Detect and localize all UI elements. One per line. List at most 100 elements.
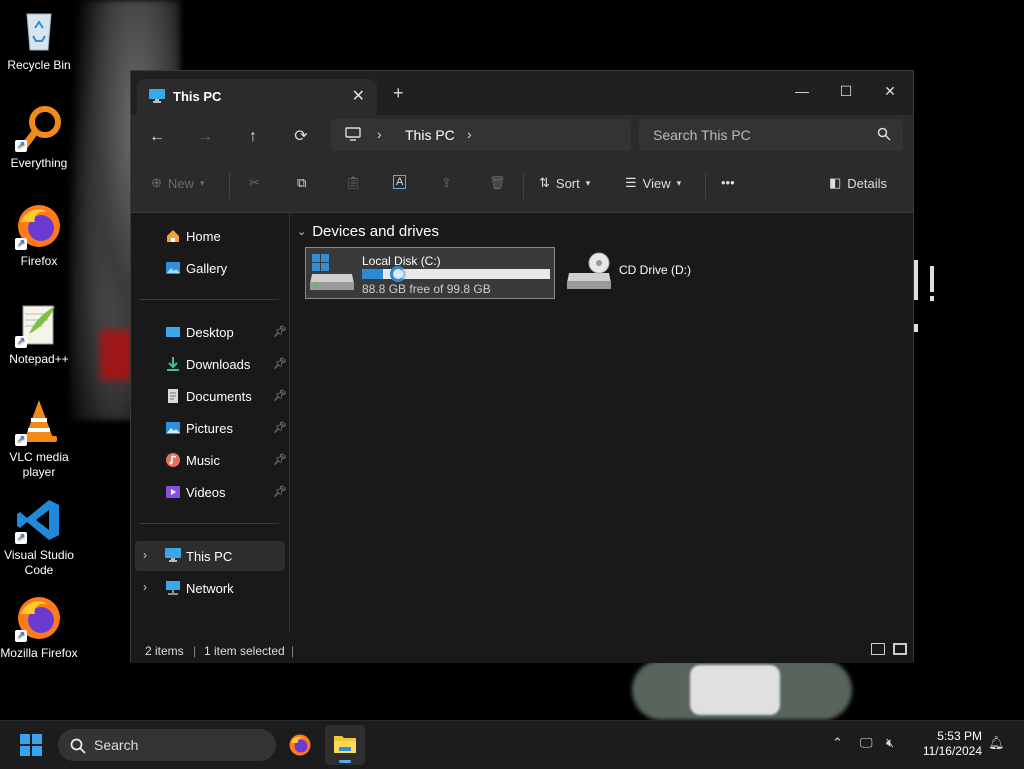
trash-icon: 🗑︎ [489, 175, 506, 190]
rename-button[interactable]: A [393, 175, 407, 189]
shortcut-arrow-icon: ↗ [15, 238, 27, 250]
desktop-icon-label: Mozilla Firefox [0, 646, 78, 660]
desktop-folder-icon [165, 324, 181, 340]
shortcut-arrow-icon: ↗ [15, 434, 27, 446]
notification-bell-icon[interactable]: 🔔︎ [988, 735, 1005, 751]
system-clock[interactable]: 5:53 PM 11/16/2024 [910, 729, 982, 759]
show-hidden-icons-chevron-icon[interactable]: ⌃ [832, 735, 843, 751]
breadcrumb-chevron-icon[interactable]: › [467, 126, 472, 142]
taskbar-firefox[interactable] [280, 725, 320, 765]
large-icons-view-icon[interactable] [893, 643, 907, 655]
shortcut-arrow-icon: ↗ [15, 630, 27, 642]
sidebar-item-desktop[interactable]: Desktop 📌︎ [135, 317, 287, 347]
pin-icon[interactable]: 📌︎ [273, 357, 287, 370]
sidebar-item-pictures[interactable]: Pictures 📌︎ [135, 413, 287, 443]
chevron-down-icon: ▾ [585, 177, 591, 188]
copy-button[interactable]: ⧉ [297, 175, 306, 191]
pin-icon[interactable]: 📌︎ [273, 453, 287, 466]
monitor-icon [345, 127, 361, 146]
back-button[interactable]: ← [145, 125, 169, 149]
view-button[interactable]: ☰ View ▾ [625, 175, 681, 191]
sidebar-item-downloads[interactable]: Downloads 📌︎ [135, 349, 287, 379]
tab-title: This PC [173, 89, 222, 104]
selection-count: 1 item selected [204, 644, 285, 658]
navigation-bar: ← → ↑ ⟳ › This PC › Search This PC [131, 115, 913, 159]
taskbar-search[interactable]: Search [58, 729, 276, 761]
clock-date: 11/16/2024 [922, 744, 982, 758]
paste-button[interactable]: 📋︎ [345, 175, 362, 191]
forward-button[interactable]: → [193, 125, 217, 149]
drive-cd-d[interactable]: CD Drive (D:) [563, 247, 703, 299]
new-tab-button[interactable]: + [393, 83, 404, 104]
new-button[interactable]: ⊕ New ▾ [151, 175, 204, 191]
pin-icon[interactable]: 📌︎ [273, 389, 287, 402]
desktop-icon-vlc[interactable]: ↗ VLC media player [0, 398, 78, 480]
sort-icon: ⇅ [539, 175, 550, 190]
desktop-icon-mozilla-firefox[interactable]: ↗ Mozilla Firefox [0, 594, 78, 661]
delete-button[interactable]: 🗑︎ [489, 175, 506, 191]
sidebar-item-gallery[interactable]: Gallery [135, 253, 285, 283]
share-button[interactable]: ⇪ [441, 175, 452, 191]
pin-icon[interactable]: 📌︎ [273, 325, 287, 338]
tab-this-pc[interactable]: This PC ✕ [137, 79, 377, 115]
more-options-button[interactable]: ••• [721, 175, 735, 190]
desktop-icon-label: Visual Studio Code [4, 548, 74, 577]
file-list-area: ⌄ Devices and drives Local Disk (C:) 88.… [291, 213, 913, 633]
network-status-icon[interactable]: 🖵︎ [860, 735, 873, 751]
desktop-icon-firefox[interactable]: ↗ Firefox [0, 202, 78, 269]
wallpaper-marks [912, 240, 942, 340]
taskbar-file-explorer[interactable] [325, 725, 365, 765]
close-tab-icon[interactable]: ✕ [352, 86, 365, 106]
address-bar[interactable]: › This PC › [331, 119, 631, 151]
refresh-button[interactable]: ⟳ [289, 125, 313, 149]
breadcrumb-this-pc[interactable]: This PC [405, 127, 455, 143]
details-view-icon[interactable] [871, 643, 885, 655]
item-count: 2 items [145, 644, 184, 658]
desktop-icon-notepadpp[interactable]: ↗ Notepad++ [0, 300, 78, 367]
sidebar-item-network[interactable]: › Network [135, 573, 285, 603]
monitor-icon [165, 548, 181, 564]
sidebar-item-music[interactable]: Music 📌︎ [135, 445, 287, 475]
volume-muted-icon[interactable]: 🔇︎ [886, 735, 894, 751]
chevron-down-icon: ▾ [199, 177, 205, 188]
clipboard-icon: 📋︎ [345, 175, 362, 190]
plus-circle-icon: ⊕ [151, 175, 162, 190]
group-header-devices[interactable]: ⌄ Devices and drives [297, 223, 439, 240]
start-button[interactable] [20, 734, 42, 756]
details-pane-button[interactable]: ◧ Details [829, 175, 887, 191]
sidebar-item-videos[interactable]: Videos 📌︎ [135, 477, 287, 507]
desktop-icon-recycle-bin[interactable]: Recycle Bin [0, 6, 78, 73]
breadcrumb-chevron-icon[interactable]: › [377, 126, 382, 142]
sort-button[interactable]: ⇅ Sort ▾ [539, 175, 590, 191]
sidebar-item-documents[interactable]: Documents 📌︎ [135, 381, 287, 411]
maximize-button[interactable]: ☐ [823, 77, 869, 105]
chevron-right-icon[interactable]: › [143, 580, 147, 594]
clock-time: 5:53 PM [937, 729, 982, 743]
shortcut-arrow-icon: ↗ [15, 140, 27, 152]
firefox-icon: ↗ [15, 202, 63, 250]
desktop-icon-everything[interactable]: ↗ Everything [0, 104, 78, 171]
sidebar-item-home[interactable]: Home [135, 221, 285, 251]
up-button[interactable]: ↑ [241, 125, 265, 149]
pin-icon[interactable]: 📌︎ [273, 485, 287, 498]
chevron-down-icon: ⌄ [297, 226, 307, 238]
cd-drive-icon [567, 251, 613, 296]
download-arrow-icon [165, 356, 181, 372]
close-window-button[interactable]: ✕ [867, 77, 913, 105]
cut-button[interactable]: ✂ [249, 175, 260, 191]
sidebar-item-this-pc[interactable]: › This PC [135, 541, 285, 571]
wallpaper-ghost-inner [690, 665, 780, 715]
title-bar[interactable]: This PC ✕ + — ☐ ✕ [131, 71, 913, 115]
video-icon [165, 484, 181, 500]
firefox-icon: ↗ [15, 594, 63, 642]
vscode-icon: ↗ [15, 496, 63, 544]
minimize-button[interactable]: — [779, 77, 825, 105]
copy-icon: ⧉ [297, 175, 307, 190]
desktop-icon-label: Notepad++ [9, 352, 69, 366]
desktop-icon-vscode[interactable]: ↗ Visual Studio Code [0, 496, 78, 578]
search-box[interactable]: Search This PC [639, 119, 903, 151]
vlc-cone-icon: ↗ [15, 398, 63, 446]
pin-icon[interactable]: 📌︎ [273, 421, 287, 434]
chevron-right-icon[interactable]: › [143, 548, 147, 562]
drive-local-disk-c[interactable]: Local Disk (C:) 88.8 GB free of 99.8 GB [305, 247, 555, 299]
